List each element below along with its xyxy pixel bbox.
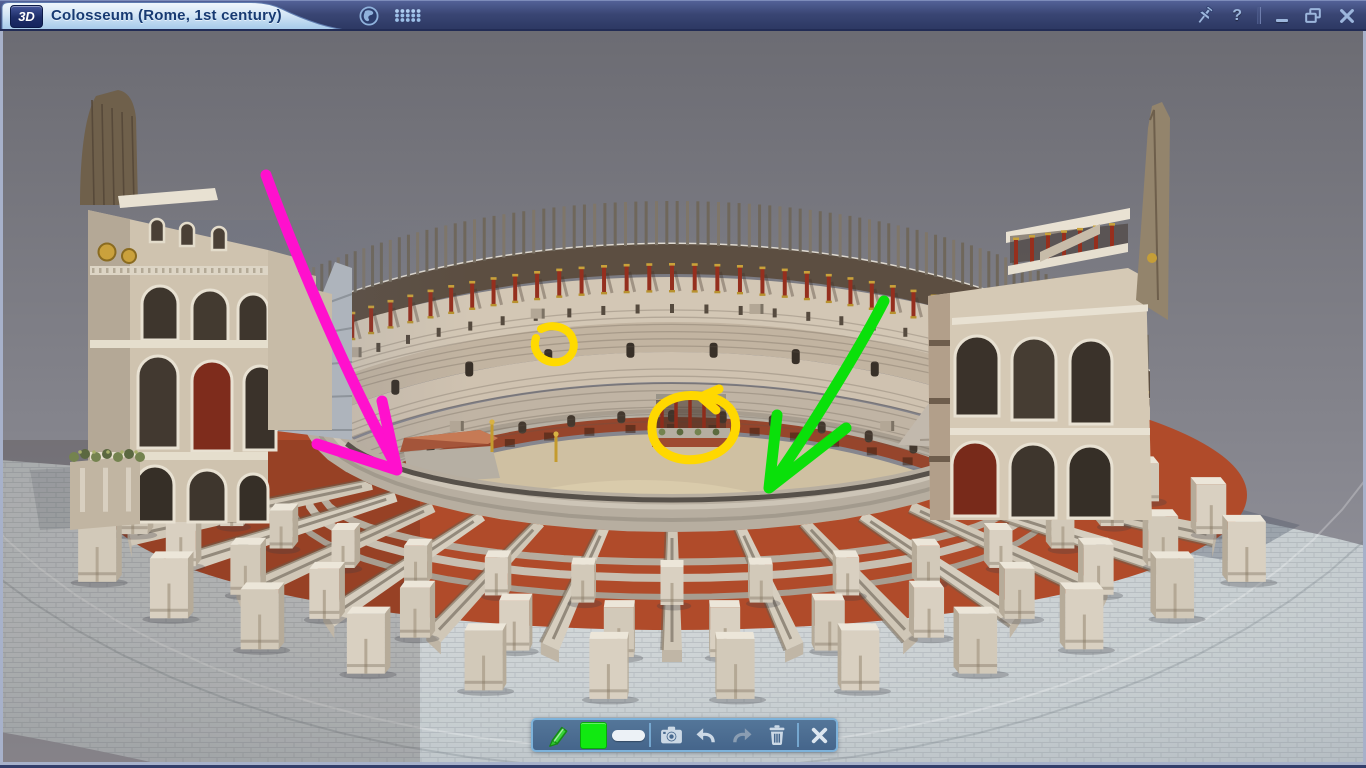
current-color-swatch bbox=[580, 722, 607, 749]
undo-button[interactable] bbox=[689, 720, 724, 750]
minimize-icon[interactable] bbox=[1276, 10, 1288, 22]
globe-icon[interactable] bbox=[358, 5, 380, 27]
drawing-toolbar bbox=[531, 718, 838, 752]
toolbar-separator bbox=[797, 723, 799, 747]
pushpin-icon[interactable] bbox=[1194, 4, 1217, 27]
apps-grid-icon[interactable] bbox=[393, 8, 423, 23]
model-title: Colosseum (Rome, 1st century) bbox=[51, 7, 282, 24]
colosseum-3d-scene[interactable] bbox=[3, 31, 1363, 762]
titlebar: 3D Colosseum (Rome, 1st century) bbox=[0, 0, 1366, 31]
app-window: 3D Colosseum (Rome, 1st century) bbox=[0, 0, 1366, 768]
toolbar-separator bbox=[649, 723, 651, 747]
snapshot-button[interactable] bbox=[654, 720, 689, 750]
redo-button[interactable] bbox=[724, 720, 759, 750]
delete-drawings-button[interactable] bbox=[759, 720, 794, 750]
restore-icon[interactable] bbox=[1303, 6, 1323, 26]
model-tab[interactable]: 3D Colosseum (Rome, 1st century) bbox=[1, 1, 353, 31]
close-icon[interactable] bbox=[1338, 7, 1356, 25]
line-width-button[interactable] bbox=[611, 720, 646, 750]
app-3d-logo: 3D bbox=[10, 5, 43, 28]
color-swatch-button[interactable] bbox=[576, 720, 611, 750]
titlebar-separator bbox=[1257, 7, 1261, 24]
help-icon[interactable]: ? bbox=[1232, 7, 1242, 25]
pen-tool-button[interactable] bbox=[541, 720, 576, 750]
viewport bbox=[3, 31, 1363, 762]
line-width-icon bbox=[612, 730, 645, 741]
close-drawing-mode-button[interactable] bbox=[802, 720, 837, 750]
